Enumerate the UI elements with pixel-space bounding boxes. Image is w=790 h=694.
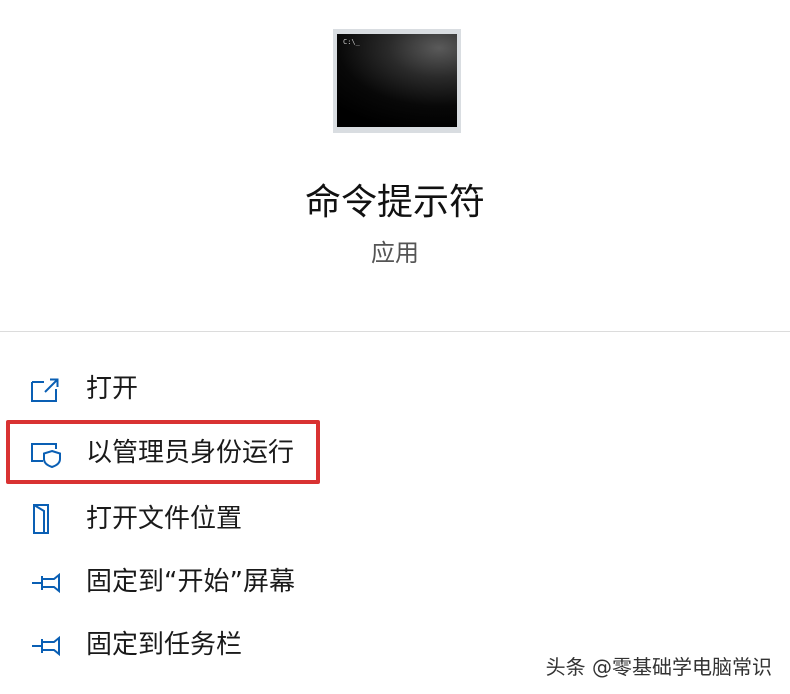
header-divider — [0, 331, 790, 332]
menu-item-label: 固定到任务栏 — [86, 630, 243, 660]
pin-icon — [32, 572, 60, 594]
file-location-icon — [33, 504, 49, 534]
terminal-screen-icon: C:\_ — [337, 34, 457, 127]
menu-item-label: 打开 — [86, 374, 139, 404]
terminal-prompt-text: C:\_ — [343, 38, 360, 46]
pin-icon — [32, 635, 60, 657]
app-header: C:\_ 命令提示符 应用 — [0, 0, 790, 332]
menu-item-pin-to-start[interactable]: 固定到“开始”屏幕 — [0, 557, 790, 607]
menu-item-open-file-location[interactable]: 打开文件位置 — [0, 494, 790, 544]
highlight-annotation-box — [6, 420, 320, 484]
menu-item-open[interactable]: 打开 — [0, 364, 790, 414]
menu-item-label: 打开文件位置 — [86, 504, 243, 534]
watermark-text: 头条 @零基础学电脑常识 — [545, 655, 772, 679]
app-type-label: 应用 — [371, 239, 419, 267]
menu-item-label: 固定到“开始”屏幕 — [86, 567, 295, 597]
command-prompt-app-icon: C:\_ — [333, 29, 461, 133]
app-title: 命令提示符 — [304, 182, 485, 223]
open-new-window-icon — [31, 378, 59, 402]
